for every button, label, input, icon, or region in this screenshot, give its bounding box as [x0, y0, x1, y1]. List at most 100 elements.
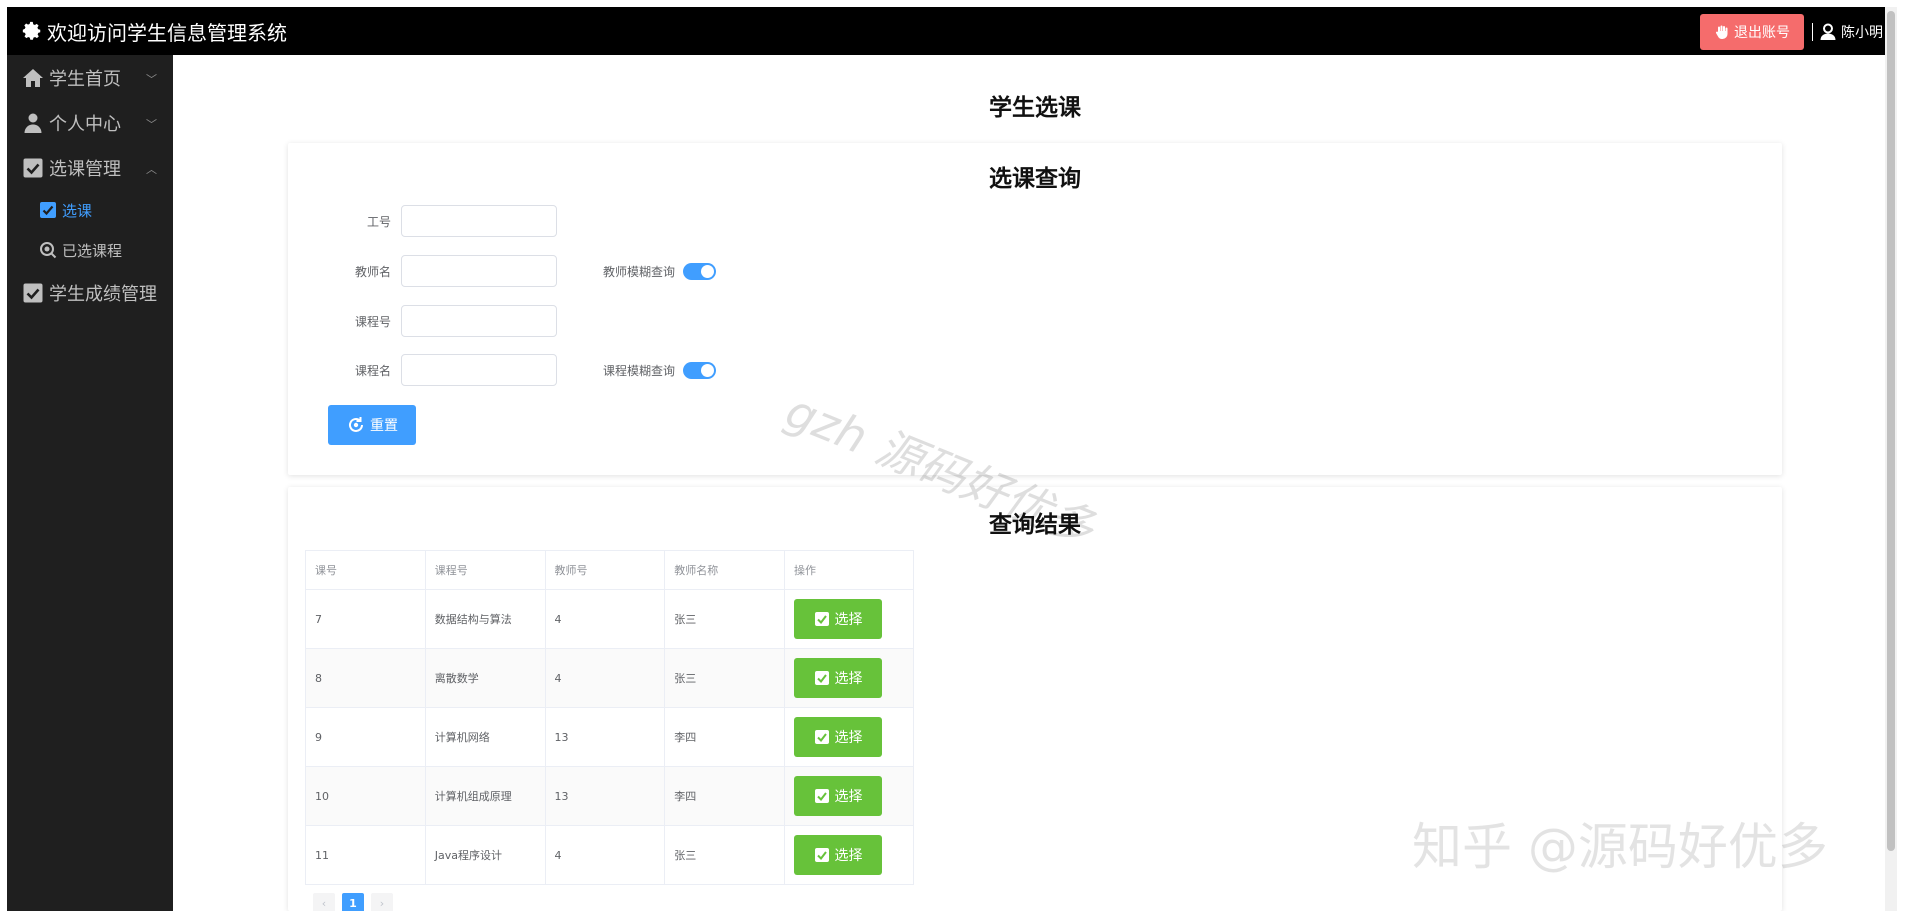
- course-id-input[interactable]: [401, 305, 557, 337]
- brand: 欢迎访问学生信息管理系统: [21, 17, 287, 46]
- course-id-label: 课程号: [354, 314, 391, 329]
- cell-teacher-id: 13: [544, 766, 666, 826]
- scrollbar-thumb[interactable]: [1887, 11, 1895, 851]
- cell-course: Java程序设计: [424, 825, 546, 885]
- table-row: 9 计算机网络 13 李四 选择: [305, 707, 914, 767]
- staff-id-label: 工号: [366, 214, 391, 229]
- cell-class-id: 8: [305, 648, 426, 708]
- chevron-up-icon: ︿: [146, 163, 157, 176]
- select-course-button[interactable]: 选择: [794, 658, 883, 698]
- table-row: 8 离散数学 4 张三 选择: [305, 648, 914, 708]
- checkbox-icon: [814, 612, 829, 626]
- query-card-title: 选课查询: [989, 166, 1081, 192]
- cell-teacher-name: 张三: [664, 825, 786, 885]
- form-row-staff-id: 工号: [288, 205, 557, 237]
- cell-action: 选择: [784, 766, 914, 826]
- course-fuzzy-toggle[interactable]: [683, 361, 717, 379]
- refresh-icon: [349, 417, 363, 432]
- sidebar: 学生首页 ﹀ 个人中心 ﹀ 选课管理 ︿ 选课 已选课程 学生成绩管理: [7, 55, 173, 911]
- cell-teacher-id: 4: [544, 648, 666, 708]
- sidebar-item-student-home[interactable]: 学生首页 ﹀: [7, 55, 173, 100]
- cell-course: 离散数学: [424, 648, 546, 708]
- cell-class-id: 7: [305, 589, 426, 649]
- sidebar-item-course-selection-management[interactable]: 选课管理 ︿: [7, 145, 173, 190]
- select-course-label: 选择: [834, 730, 863, 746]
- logout-label: 退出账号: [1734, 25, 1790, 41]
- person-icon: [24, 113, 42, 133]
- cell-action: 选择: [784, 707, 914, 767]
- cell-action: 选择: [784, 589, 914, 649]
- prev-page-button[interactable]: ‹: [313, 893, 335, 911]
- course-fuzzy-label: 课程模糊查询: [603, 363, 676, 378]
- checkbox-icon: [814, 848, 829, 862]
- select-course-label: 选择: [834, 848, 863, 864]
- checkbox-icon: [814, 789, 829, 803]
- header-actions: 退出账号 陈小明: [1700, 14, 1883, 50]
- page-number-button[interactable]: 1: [342, 893, 364, 911]
- cell-class-id: 10: [305, 766, 426, 826]
- sidebar-item-label: 学生成绩管理: [49, 283, 157, 305]
- select-course-label: 选择: [834, 789, 863, 805]
- table-row: 11 Java程序设计 4 张三 选择: [305, 825, 914, 885]
- sidebar-subitem-select-course[interactable]: 选课: [7, 190, 173, 230]
- main-content: 学生选课 选课查询 工号 教师名 教师模糊查询 课程号 课程名 课程模糊查询 重…: [173, 55, 1897, 911]
- form-row-course-id: 课程号: [288, 305, 557, 337]
- vertical-scrollbar[interactable]: [1885, 7, 1897, 911]
- teacher-fuzzy-label: 教师模糊查询: [603, 264, 676, 279]
- top-header: 欢迎访问学生信息管理系统 退出账号 陈小明: [7, 7, 1897, 55]
- reset-label: 重置: [370, 418, 398, 434]
- select-course-button[interactable]: 选择: [794, 599, 883, 639]
- checkbox-icon: [23, 158, 43, 177]
- table-header-row: 课号 课程号 教师号 教师名称 操作: [305, 550, 914, 590]
- form-row-teacher-name: 教师名 教师模糊查询: [288, 255, 717, 287]
- sidebar-subitem-selected-courses[interactable]: 已选课程: [7, 230, 173, 270]
- sidebar-item-label: 选课管理: [49, 158, 121, 180]
- reset-button[interactable]: 重置: [328, 405, 416, 445]
- query-card: 选课查询 工号 教师名 教师模糊查询 课程号 课程名 课程模糊查询 重置: [288, 143, 1782, 475]
- cell-course: 数据结构与算法: [424, 589, 546, 649]
- app-frame: 欢迎访问学生信息管理系统 退出账号 陈小明 学生首页 ﹀ 个人中心 ﹀ 选课管理…: [7, 7, 1897, 911]
- logout-button[interactable]: 退出账号: [1700, 14, 1804, 50]
- staff-id-input[interactable]: [401, 205, 557, 237]
- column-header: 教师名称: [664, 550, 786, 590]
- sidebar-subitem-label: 选课: [62, 201, 93, 220]
- search-icon: [40, 242, 57, 259]
- sidebar-item-personal-center[interactable]: 个人中心 ﹀: [7, 100, 173, 145]
- chevron-down-icon: ﹀: [146, 118, 157, 131]
- table-row: 10 计算机组成原理 13 李四 选择: [305, 766, 914, 826]
- teacher-name-input[interactable]: [401, 255, 557, 287]
- results-card: 查询结果 课号 课程号 教师号 教师名称 操作 7 数据结构与算法 4 张三 选…: [288, 487, 1782, 911]
- select-course-label: 选择: [834, 671, 863, 687]
- select-course-button[interactable]: 选择: [794, 835, 883, 875]
- results-table: 课号 课程号 教师号 教师名称 操作 7 数据结构与算法 4 张三 选择 8 离…: [305, 550, 914, 885]
- next-page-button[interactable]: ›: [371, 893, 393, 911]
- column-header: 课程号: [424, 550, 546, 590]
- cell-teacher-id: 4: [544, 589, 666, 649]
- app-title: 欢迎访问学生信息管理系统: [47, 20, 287, 45]
- select-course-button[interactable]: 选择: [794, 776, 883, 816]
- sidebar-item-grade-management[interactable]: 学生成绩管理: [7, 270, 173, 315]
- header-divider: [1812, 23, 1813, 41]
- teacher-fuzzy-toggle[interactable]: [683, 262, 717, 280]
- cell-action: 选择: [784, 825, 914, 885]
- column-header: 课号: [305, 550, 426, 590]
- user-menu[interactable]: 陈小明: [1819, 22, 1883, 42]
- checkbox-icon: [40, 202, 56, 218]
- select-course-button[interactable]: 选择: [794, 717, 883, 757]
- checkbox-icon: [23, 283, 43, 302]
- checkbox-icon: [814, 730, 829, 744]
- cell-teacher-name: 张三: [664, 648, 786, 708]
- checkbox-icon: [814, 671, 829, 685]
- chevron-down-icon: ﹀: [146, 73, 157, 86]
- form-row-course-name: 课程名 课程模糊查询: [288, 354, 717, 386]
- cell-action: 选择: [784, 648, 914, 708]
- table-row: 7 数据结构与算法 4 张三 选择: [305, 589, 914, 649]
- course-name-label: 课程名: [354, 363, 391, 378]
- column-header: 教师号: [544, 550, 666, 590]
- page-title: 学生选课: [989, 95, 1081, 121]
- user-icon: [1820, 23, 1836, 40]
- gear-icon: [22, 21, 41, 40]
- course-name-input[interactable]: [401, 354, 557, 386]
- select-course-label: 选择: [834, 612, 863, 628]
- cell-teacher-id: 13: [544, 707, 666, 767]
